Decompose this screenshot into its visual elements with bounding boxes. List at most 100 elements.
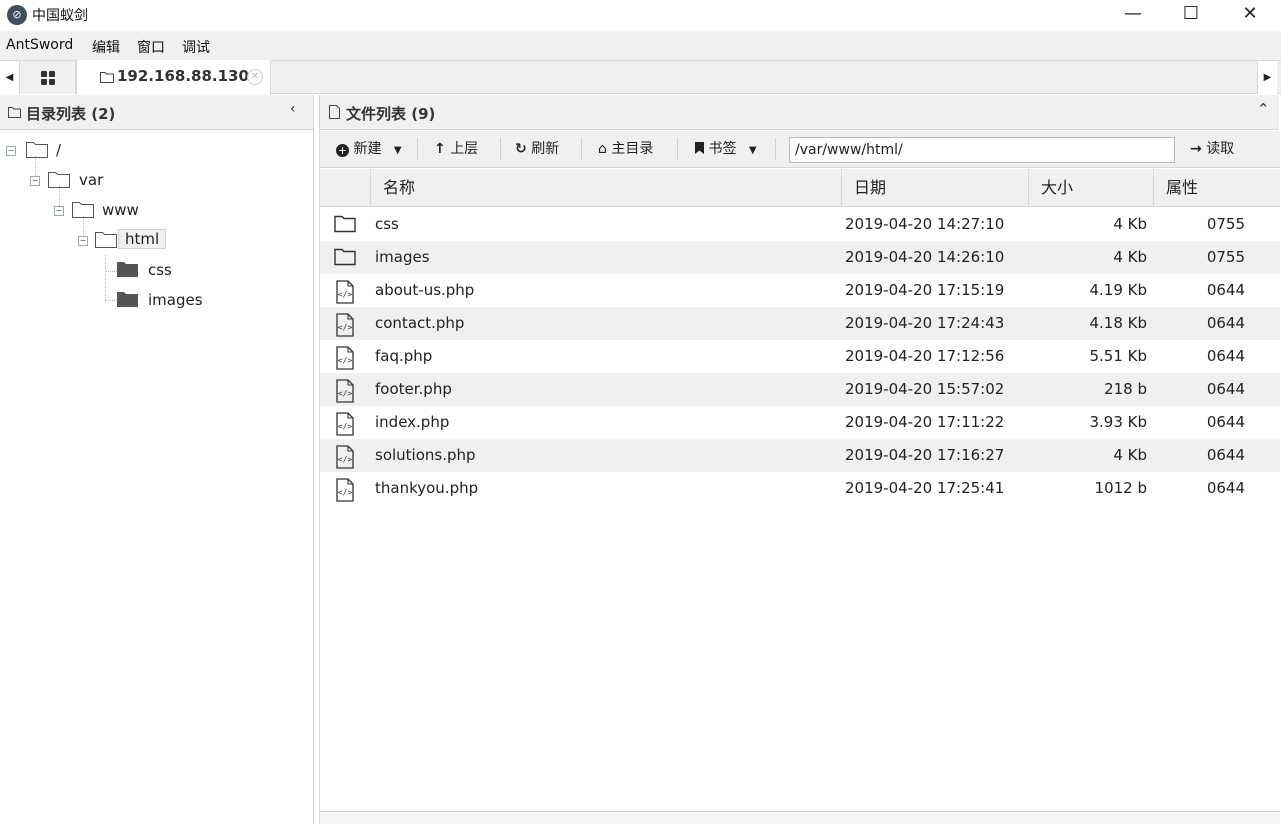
file-grid-header: 名称 日期 大小 属性 xyxy=(320,169,1280,207)
file-row[interactable]: </> faq.php 2019-04-20 17:12:56 5.51 Kb 0644 xyxy=(320,340,1280,373)
tree-item-label: www xyxy=(102,201,139,219)
tree-item-label: css xyxy=(148,261,172,279)
file-attr: 0644 xyxy=(1206,347,1245,365)
svg-text:</>: </> xyxy=(338,422,353,431)
file-name: solutions.php xyxy=(375,446,476,464)
folder-open-icon xyxy=(48,172,70,188)
tab-scroll-left-icon[interactable]: ◀ xyxy=(0,61,20,94)
directory-panel: 目录列表 (2) ‹ − / − var − www − html css im… xyxy=(0,95,314,824)
file-attr: 0644 xyxy=(1206,446,1245,464)
file-date: 2019-04-20 15:57:02 xyxy=(845,380,1005,398)
read-button-label: 读取 xyxy=(1206,141,1235,157)
svg-text:</>: </> xyxy=(338,290,353,299)
home-button-label: 主目录 xyxy=(611,141,654,157)
tree-collapse-icon[interactable]: − xyxy=(78,236,88,246)
collapse-left-icon[interactable]: ‹ xyxy=(290,101,296,117)
tree-item-www[interactable]: − www xyxy=(54,199,304,223)
window-title: 中国蚁剑 xyxy=(32,8,88,24)
file-date: 2019-04-20 17:12:56 xyxy=(845,347,1005,365)
file-size: 4.19 Kb xyxy=(1089,281,1147,299)
file-toolbar: + 新建 ▼ ↑ 上层 ↻ 刷新 ⌂ 主目录 书签 ▼ → xyxy=(320,131,1280,168)
directory-panel-title: 目录列表 (2) xyxy=(26,105,116,123)
tree-item-html[interactable]: − html xyxy=(78,229,298,253)
tab-host[interactable]: 192.168.88.130 ✕ xyxy=(76,60,271,95)
up-button[interactable]: ↑ 上层 xyxy=(434,136,478,162)
column-header-date[interactable]: 日期 xyxy=(841,169,1028,207)
tree-collapse-icon[interactable]: − xyxy=(54,206,64,216)
svg-text:</>: </> xyxy=(338,389,353,398)
tree-item-var[interactable]: − var xyxy=(30,169,300,193)
column-header-size[interactable]: 大小 xyxy=(1028,169,1153,207)
code-file-icon: </> xyxy=(334,379,356,403)
file-name: contact.php xyxy=(375,314,465,332)
refresh-icon: ↻ xyxy=(515,141,527,157)
folder-icon xyxy=(100,72,114,83)
file-row[interactable]: </> contact.php 2019-04-20 17:24:43 4.18 Kb… xyxy=(320,307,1280,340)
minimize-button[interactable]: — xyxy=(1104,0,1162,31)
toolbar-divider xyxy=(581,138,582,160)
folder-icon xyxy=(334,214,356,236)
file-attr: 0644 xyxy=(1206,479,1245,497)
svg-text:</>: </> xyxy=(338,488,353,497)
folder-icon xyxy=(117,292,138,307)
path-input[interactable] xyxy=(789,137,1175,163)
arrow-up-icon: ↑ xyxy=(434,141,446,157)
file-attr: 0644 xyxy=(1206,314,1245,332)
file-panel-footer xyxy=(320,811,1280,824)
menu-window[interactable]: 窗口 xyxy=(137,37,165,57)
tab-scroll-right-icon[interactable]: ▶ xyxy=(1257,61,1277,94)
bookmark-icon xyxy=(695,142,704,154)
toolbar-divider xyxy=(775,138,776,160)
file-row[interactable]: </> about-us.php 2019-04-20 17:15:19 4.19 K… xyxy=(320,274,1280,307)
folder-open-icon xyxy=(26,142,48,158)
close-button[interactable]: ✕ xyxy=(1221,0,1279,31)
new-button[interactable]: + 新建 ▼ xyxy=(336,136,402,162)
column-header-name[interactable]: 名称 xyxy=(370,169,841,207)
code-file-icon: </> xyxy=(334,280,356,304)
bookmark-button[interactable]: 书签 ▼ xyxy=(695,136,757,162)
toolbar-divider xyxy=(677,138,678,160)
file-panel-header: 文件列表 (9) ⌃ xyxy=(320,95,1279,130)
tab-home[interactable] xyxy=(20,61,76,94)
menu-antsword[interactable]: AntSword xyxy=(6,37,73,53)
tree-item-root[interactable]: − / xyxy=(6,139,306,163)
file-name: css xyxy=(375,215,399,233)
read-button[interactable]: → 读取 xyxy=(1190,136,1234,162)
chevron-down-icon: ▼ xyxy=(393,145,402,156)
file-date: 2019-04-20 14:26:10 xyxy=(845,248,1005,266)
file-date: 2019-04-20 17:15:19 xyxy=(845,281,1005,299)
home-button[interactable]: ⌂ 主目录 xyxy=(598,136,653,162)
tree-collapse-icon[interactable]: − xyxy=(6,146,16,156)
file-name: images xyxy=(375,248,430,266)
tree-item-images[interactable]: images xyxy=(117,289,297,313)
refresh-button[interactable]: ↻ 刷新 xyxy=(515,136,559,162)
file-size: 3.93 Kb xyxy=(1089,413,1147,431)
code-file-icon: </> xyxy=(334,445,356,469)
file-row[interactable]: </> index.php 2019-04-20 17:11:22 3.93 Kb 06… xyxy=(320,406,1280,439)
file-date: 2019-04-20 17:16:27 xyxy=(845,446,1005,464)
menu-edit[interactable]: 编辑 xyxy=(92,37,120,57)
collapse-up-icon[interactable]: ⌃ xyxy=(1257,100,1270,118)
file-size: 4.18 Kb xyxy=(1089,314,1147,332)
file-name: thankyou.php xyxy=(375,479,479,497)
maximize-button[interactable]: ☐ xyxy=(1162,0,1220,31)
file-row[interactable]: </> footer.php 2019-04-20 15:57:02 218 b 064… xyxy=(320,373,1280,406)
file-row[interactable]: </> thankyou.php 2019-04-20 17:25:41 1012 b… xyxy=(320,472,1280,505)
tree-collapse-icon[interactable]: − xyxy=(30,176,40,186)
tree-item-css[interactable]: css xyxy=(117,259,297,283)
file-attr: 0644 xyxy=(1206,380,1245,398)
folder-open-icon xyxy=(72,202,94,218)
file-date: 2019-04-20 17:11:22 xyxy=(845,413,1005,431)
svg-text:</>: </> xyxy=(338,455,353,464)
new-button-label: 新建 xyxy=(353,141,382,157)
tree-item-label: html xyxy=(118,229,167,249)
antsword-logo-icon: ⊘ xyxy=(7,5,27,25)
menu-debug[interactable]: 调试 xyxy=(182,37,210,57)
file-row[interactable]: images 2019-04-20 14:26:10 4 Kb 0755 xyxy=(320,241,1280,274)
directory-panel-header: 目录列表 (2) ‹ xyxy=(0,95,313,130)
tab-close-icon[interactable]: ✕ xyxy=(247,69,263,85)
file-row[interactable]: css 2019-04-20 14:27:10 4 Kb 0755 xyxy=(320,208,1280,241)
column-header-attr[interactable]: 属性 xyxy=(1153,169,1280,207)
file-row[interactable]: </> solutions.php 2019-04-20 17:16:27 4 Kb 0… xyxy=(320,439,1280,472)
tab-host-label: 192.168.88.130 xyxy=(117,67,249,85)
